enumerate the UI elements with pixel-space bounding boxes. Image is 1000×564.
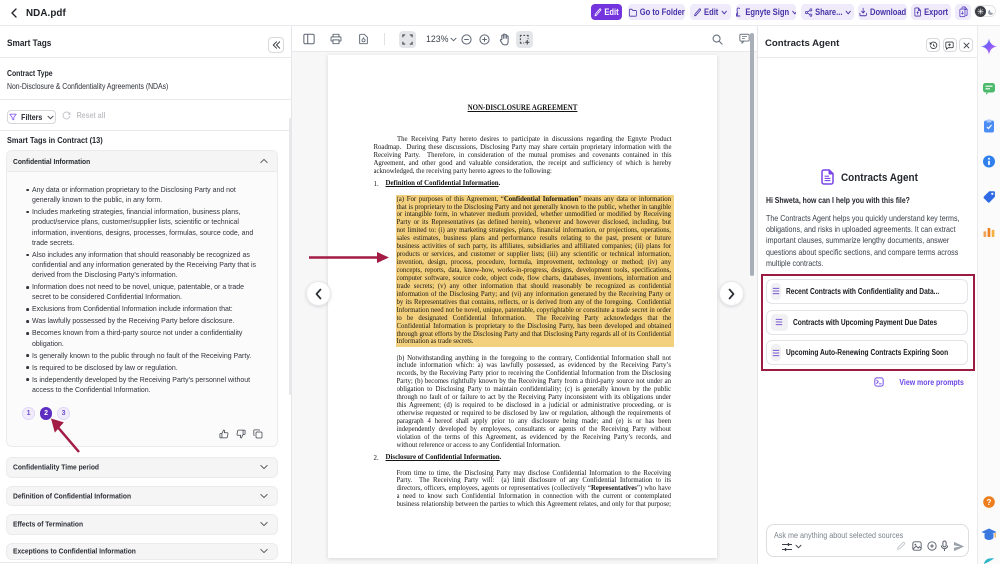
svg-text:?: ?: [987, 498, 992, 507]
